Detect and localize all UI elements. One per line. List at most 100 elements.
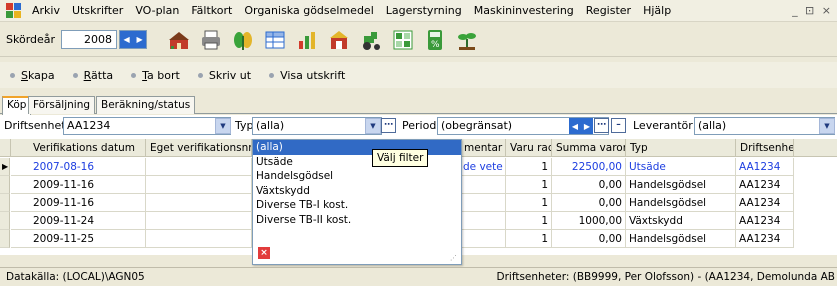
chevron-down-icon[interactable]: ▼ [215,118,231,134]
typ-dropdown-list[interactable]: (alla) Utsäde Handelsgödsel Växtskydd Divers… [252,139,462,265]
leverantor-select[interactable]: (alla) [694,117,835,135]
menu-organiska-godselmedel[interactable]: Organiska gödselmedel [238,0,379,22]
table-cell[interactable]: 1 [506,176,552,194]
tab-forsaljning[interactable]: Försäljning [28,96,96,114]
plant-icon[interactable] [231,28,255,52]
table-cell[interactable]: 2009-11-16 [11,176,146,194]
dropdown-option[interactable]: Diverse TB-I kost. [253,198,461,213]
table-cell[interactable]: 0,00 [552,230,626,248]
table-cell[interactable] [146,158,252,176]
chevron-left-icon[interactable]: ◀ [123,35,129,44]
storage-icon[interactable] [327,28,351,52]
tractor-icon[interactable] [359,28,383,52]
table-cell[interactable]: 1 [506,158,552,176]
chevron-down-icon[interactable]: ▼ [365,118,381,134]
row-selector[interactable]: ▶ [0,158,10,176]
table-cell[interactable] [460,194,506,212]
column-header-datum[interactable]: Verifikations datum [11,139,146,157]
dropdown-option[interactable]: Diverse TB-II kost. [253,213,461,228]
table-cell[interactable]: AA1234 [736,212,794,230]
table-cell[interactable]: 2007-08-16 [11,158,146,176]
table-cell[interactable]: AA1234 [736,230,794,248]
print-preview-button[interactable]: Visa utskrift [269,69,345,82]
row-selector[interactable] [0,230,10,248]
table-cell[interactable]: Handelsgödsel [626,176,736,194]
table-cell[interactable] [146,176,252,194]
table-cell[interactable]: 1 [506,230,552,248]
column-header-verifikationsnr[interactable]: Eget verifikationsnr. [146,139,252,157]
chevron-left-icon[interactable]: ◀ [572,122,578,131]
table-cell[interactable]: AA1234 [736,194,794,212]
barn-icon[interactable] [167,28,191,52]
table-cell[interactable] [460,230,506,248]
table-cell[interactable]: AA1234 [736,176,794,194]
column-header-typ[interactable]: Typ [626,139,736,157]
table-cell[interactable]: Handelsgödsel [626,230,736,248]
table-cell[interactable]: 2009-11-24 [11,212,146,230]
filter-options-button[interactable]: ⋯ [381,118,396,133]
resize-grip-icon[interactable]: ⋰ [450,254,458,262]
table-cell[interactable]: 22500,00 [552,158,626,176]
table-cell[interactable] [146,230,252,248]
period-options-button[interactable]: ⋯ [594,118,609,133]
menu-hjalp[interactable]: Hjälp [637,0,677,22]
column-header-kommentar[interactable]: mentar [460,139,506,157]
table-cell[interactable] [460,176,506,194]
grid-icon[interactable] [391,28,415,52]
menu-vo-plan[interactable]: VO-plan [129,0,185,22]
table-icon[interactable] [263,28,287,52]
close-icon[interactable]: × [258,247,270,259]
menu-lagerstyrning[interactable]: Lagerstyrning [380,0,468,22]
calculator-icon[interactable]: % [423,28,447,52]
edit-button[interactable]: Rätta [72,69,113,82]
table-cell[interactable]: Handelsgödsel [626,194,736,212]
dropdown-option[interactable]: Utsäde [253,155,461,170]
chevron-down-icon[interactable]: ▼ [819,118,835,134]
menu-arkiv[interactable]: Arkiv [26,0,66,22]
table-cell[interactable]: 1 [506,212,552,230]
menu-maskininvestering[interactable]: Maskininvestering [468,0,580,22]
period-stepper[interactable]: ◀ ▶ [569,118,593,134]
app-logo-icon[interactable] [6,2,22,19]
table-cell[interactable]: 1000,00 [552,212,626,230]
table-cell[interactable]: 2009-11-25 [11,230,146,248]
table-cell[interactable] [146,212,252,230]
year-field[interactable]: 2008 [61,30,118,49]
window-controls[interactable]: _ ⊡ × [792,4,833,17]
column-header-driftsenhet[interactable]: Driftsenhet [736,139,794,157]
column-header-varu-rad[interactable]: Varu rad [506,139,552,157]
print-button[interactable]: Skriv ut [197,69,251,82]
chevron-right-icon[interactable]: ▶ [136,35,142,44]
row-selector[interactable] [0,176,10,194]
dropdown-option[interactable]: Handelsgödsel [253,169,461,184]
table-cell[interactable]: 2009-11-16 [11,194,146,212]
table-cell[interactable] [460,212,506,230]
table-cell[interactable]: Utsäde [626,158,736,176]
menu-faltkort[interactable]: Fältkort [185,0,238,22]
table-cell[interactable]: 1 [506,194,552,212]
delete-button[interactable]: Ta bort [131,69,180,82]
row-selector[interactable] [0,212,10,230]
dropdown-option[interactable]: (alla) [253,140,461,155]
menu-register[interactable]: Register [580,0,637,22]
tab-berakning-status[interactable]: Beräkning/status [96,96,196,114]
table-cell[interactable]: de vete [460,158,506,176]
table-cell[interactable]: AA1234 [736,158,794,176]
table-cell[interactable]: 0,00 [552,194,626,212]
dropdown-option[interactable]: Växtskydd [253,184,461,199]
typ-select[interactable]: (alla) [252,117,382,135]
period-clear-button[interactable]: – [611,118,626,133]
seedling-icon[interactable] [455,28,479,52]
menu-utskrifter[interactable]: Utskrifter [66,0,129,22]
year-stepper[interactable]: ◀ ▶ [119,30,148,49]
table-cell[interactable]: Växtskydd [626,212,736,230]
chart-icon[interactable] [295,28,319,52]
printer-icon[interactable] [199,28,223,52]
driftsenhet-select[interactable]: AA1234 [63,117,231,135]
table-cell[interactable]: 0,00 [552,176,626,194]
column-header-summa-varor[interactable]: Summa varor [552,139,626,157]
table-cell[interactable] [146,194,252,212]
chevron-right-icon[interactable]: ▶ [584,122,590,131]
row-selector[interactable] [0,194,10,212]
create-button[interactable]: Skapa [10,69,55,82]
